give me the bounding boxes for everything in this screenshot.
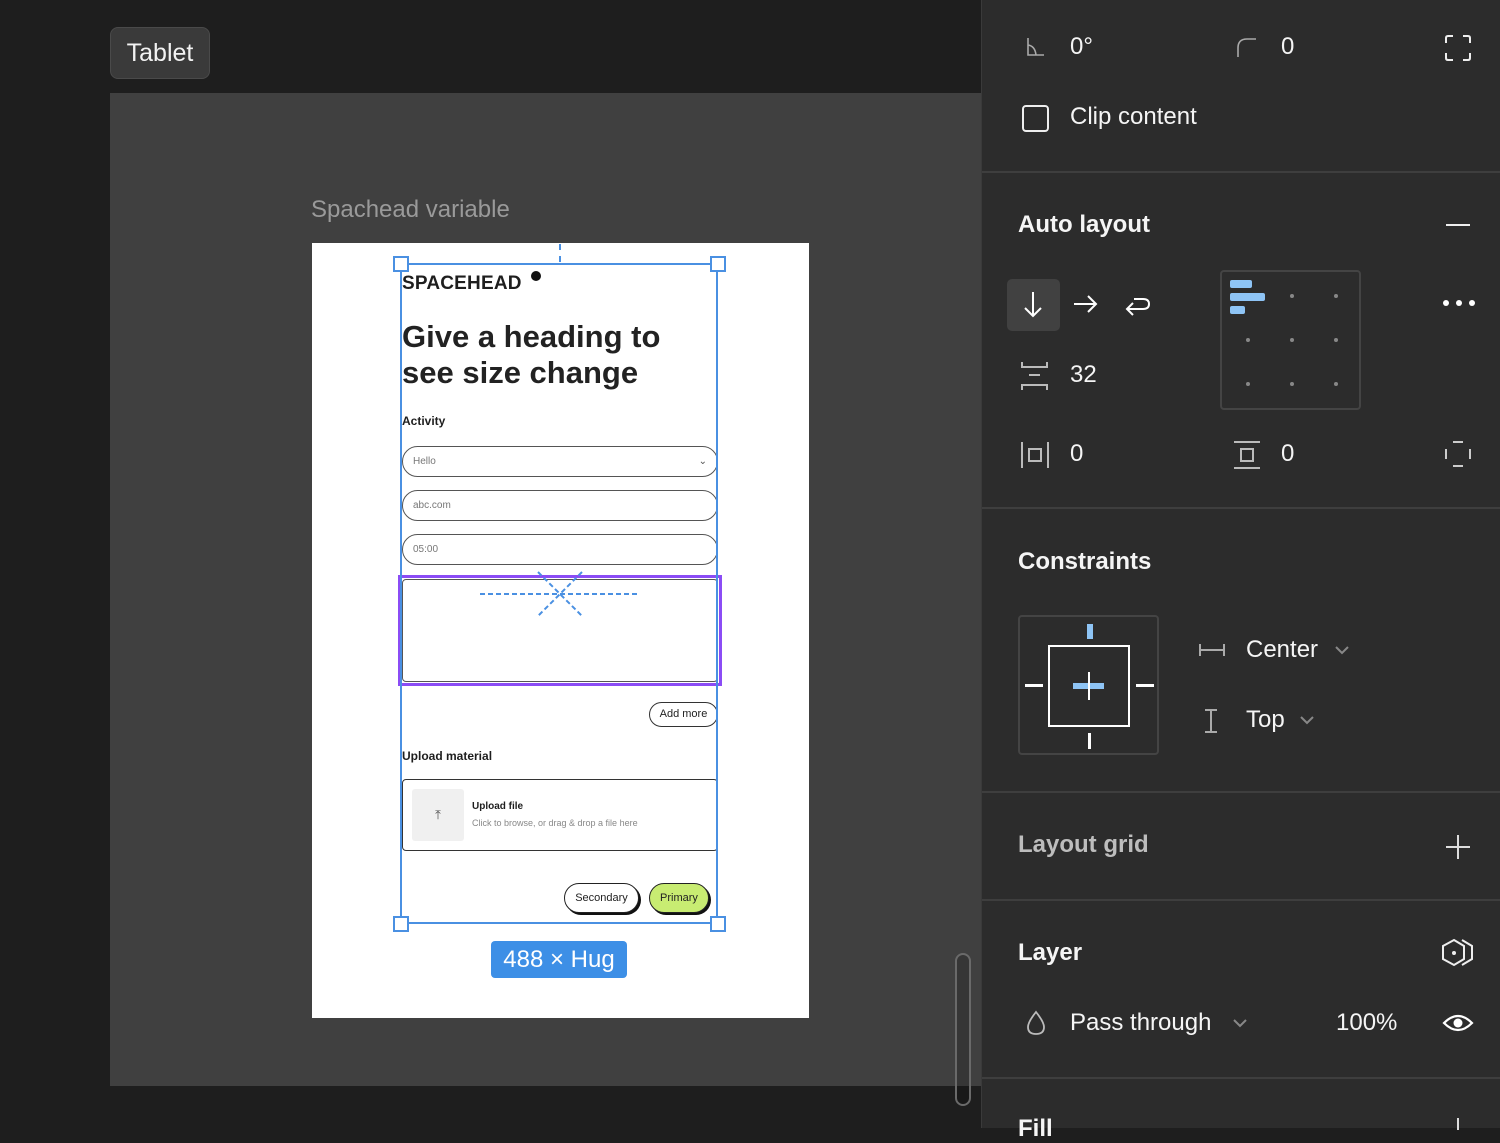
alignment-grid[interactable] — [1220, 270, 1361, 410]
horizontal-padding-value[interactable]: 0 — [1070, 440, 1083, 468]
selection-size-badge: 488 × Hug — [491, 941, 627, 978]
artboard-name[interactable]: Spachead variable — [311, 196, 510, 224]
layout-grid-title: Layout grid — [1018, 831, 1149, 858]
vertical-scrollbar[interactable] — [955, 953, 971, 1106]
blend-mode-select[interactable]: Pass through — [1070, 1009, 1211, 1037]
align-dot[interactable] — [1290, 338, 1294, 342]
align-bar — [1230, 306, 1245, 314]
resize-handle-top-left[interactable] — [393, 256, 409, 272]
more-options-icon[interactable] — [1442, 298, 1476, 308]
canvas[interactable]: Tablet Spachead variable SPACEHEAD Give … — [0, 0, 981, 1128]
fill-title: Fill — [1018, 1115, 1053, 1142]
corner-radius-icon — [1237, 38, 1256, 57]
vertical-constraint-icon — [1205, 709, 1217, 733]
rotation-value[interactable]: 0° — [1070, 33, 1093, 61]
independent-corners-icon[interactable] — [1444, 34, 1472, 62]
resize-handle-bottom-right[interactable] — [710, 916, 726, 932]
corner-radius-value[interactable]: 0 — [1281, 33, 1294, 61]
vertical-padding-icon — [1234, 441, 1260, 469]
component-variable-icon[interactable] — [1440, 938, 1476, 968]
constraint-left[interactable] — [1025, 684, 1043, 687]
individual-padding-icon[interactable] — [1444, 440, 1472, 468]
vertical-constraint-select[interactable]: Top — [1246, 706, 1285, 734]
clip-content-checkbox[interactable] — [1022, 105, 1049, 132]
align-dot[interactable] — [1246, 338, 1250, 342]
constraint-right[interactable] — [1136, 684, 1154, 687]
properties-panel: 0° 0 Clip content Auto layout 32 0 0 Con… — [981, 0, 1500, 1142]
align-dot[interactable] — [1334, 382, 1338, 386]
align-dot[interactable] — [1290, 382, 1294, 386]
constraint-center-v[interactable] — [1088, 672, 1090, 700]
constraint-top-active[interactable] — [1087, 624, 1093, 639]
eye-icon[interactable] — [1442, 1012, 1474, 1034]
chevron-down-icon — [1300, 716, 1314, 725]
horizontal-padding-icon — [1021, 442, 1049, 468]
constraints-title: Constraints — [1018, 548, 1152, 575]
chevron-down-icon — [1233, 1019, 1247, 1028]
divider — [982, 507, 1500, 509]
add-layout-grid-icon[interactable] — [1445, 834, 1471, 860]
frame-label-tablet[interactable]: Tablet — [110, 27, 210, 79]
vertical-padding-value[interactable]: 0 — [1281, 440, 1294, 468]
opacity-value[interactable]: 100% — [1336, 1009, 1397, 1037]
remove-auto-layout-icon[interactable] — [1446, 224, 1470, 226]
wrap-icon[interactable] — [1124, 290, 1152, 318]
horizontal-constraint-select[interactable]: Center — [1246, 636, 1318, 664]
resize-handle-top-right[interactable] — [710, 256, 726, 272]
auto-layout-title: Auto layout — [1018, 211, 1150, 238]
layer-title: Layer — [1018, 939, 1083, 966]
divider — [982, 899, 1500, 901]
spacing-guide — [559, 244, 561, 262]
horizontal-constraint-icon — [1199, 644, 1225, 656]
align-dot[interactable] — [1246, 382, 1250, 386]
align-dot[interactable] — [1290, 294, 1294, 298]
constraint-widget[interactable] — [1018, 615, 1159, 755]
align-dot[interactable] — [1334, 294, 1338, 298]
divider — [982, 1077, 1500, 1079]
divider — [982, 171, 1500, 173]
rotation-icon — [1027, 38, 1044, 56]
align-dot[interactable] — [1334, 338, 1338, 342]
gap-icon — [1021, 362, 1048, 390]
divider — [982, 791, 1500, 793]
constraint-bottom[interactable] — [1088, 733, 1091, 749]
selection-box[interactable] — [400, 263, 718, 924]
resize-handle-bottom-left[interactable] — [393, 916, 409, 932]
clip-content-label[interactable]: Clip content — [1070, 103, 1197, 131]
add-fill-icon[interactable] — [1457, 1118, 1459, 1130]
blend-mode-icon — [1027, 1010, 1045, 1035]
arrow-right-icon[interactable] — [1072, 292, 1100, 316]
align-bar — [1230, 293, 1265, 301]
arrow-down-icon — [1024, 292, 1042, 318]
align-bar — [1230, 280, 1252, 288]
chevron-down-icon — [1335, 646, 1349, 655]
gap-value[interactable]: 32 — [1070, 361, 1097, 389]
